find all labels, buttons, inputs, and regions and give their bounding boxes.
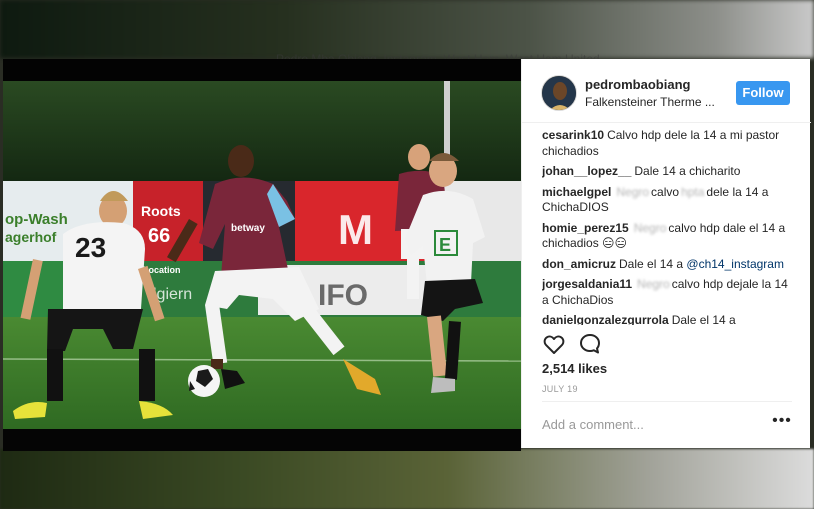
comment-item: homie_perez15 Negro calvo hdp dale el 14 a…: [542, 221, 794, 252]
avatar[interactable]: [541, 75, 577, 111]
comment-username[interactable]: johan__lopez__: [542, 164, 631, 178]
comment-username[interactable]: jorgesaldania11: [542, 277, 632, 291]
football: [188, 365, 220, 397]
comment-item: danielgonzalezgurrola Dale el 14 a: [542, 313, 794, 325]
comment-item: don_amicruz Dale el 14 a @ch14_instagram: [542, 257, 794, 273]
svg-text:M: M: [338, 206, 373, 253]
post-date: JULY 19: [542, 384, 578, 394]
comment-username[interactable]: michaelgpel: [542, 185, 611, 199]
comment-icon[interactable]: [578, 332, 602, 356]
comment-item: michaelgpel Negro calvo hpta dele la 14 a Ch…: [542, 185, 794, 216]
post-photo[interactable]: op-Wash agerhof Roots 66 M lgiern IFO Lo…: [3, 59, 521, 451]
comment-text: Dale el 14 a: [619, 256, 684, 271]
more-options-button[interactable]: •••: [772, 413, 792, 433]
censored-word: Negro: [633, 220, 667, 235]
svg-text:E: E: [439, 235, 451, 255]
comments-list[interactable]: cesarink10 Calvo hdp dele la 14 a mi past…: [542, 123, 794, 325]
censored-word: hpta: [681, 184, 705, 199]
comment-username[interactable]: don_amicruz: [542, 257, 616, 271]
speech-bubble-icon: [580, 334, 600, 354]
comment-text: Dale el 14 a: [671, 313, 736, 325]
comment-username[interactable]: danielgonzalezgurrola: [542, 313, 669, 325]
blurred-backdrop-top: [0, 0, 814, 58]
post-location[interactable]: Falkensteiner Therme ...: [585, 95, 735, 109]
heart-icon: [543, 335, 565, 354]
censored-word: Negro: [637, 277, 670, 291]
blurred-backdrop-bottom: [0, 449, 814, 509]
post-actions: [542, 332, 792, 358]
kit-sponsor: betway: [231, 223, 265, 234]
divider: [542, 401, 792, 402]
svg-text:lgiern: lgiern: [153, 286, 192, 303]
comment-item: johan__lopez__ Dale 14 a chicharito: [542, 164, 794, 180]
comment-text: Dale 14 a chicharito: [634, 164, 741, 178]
ad-text-left: op-Wash: [5, 211, 68, 228]
censored-word: Negro: [616, 184, 650, 199]
ad-text-ifo: IFO: [318, 279, 368, 312]
comment-username[interactable]: homie_perez15: [542, 221, 629, 235]
ad-text-left-2: agerhof: [5, 229, 57, 245]
comment-item: jorgesaldania11 Negro calvo hdp dejale la …: [542, 277, 794, 308]
comment-item: cesarink10 Calvo hdp dele la 14 a mi past…: [542, 128, 794, 159]
add-comment-input[interactable]: [542, 415, 762, 433]
post-side-panel: pedrombaobiang Falkensteiner Therme ... …: [521, 59, 811, 448]
ad-text-roots: Roots: [141, 203, 181, 219]
likes-count[interactable]: 2,514 likes: [542, 361, 607, 376]
player-number: 23: [75, 232, 106, 263]
comment-username[interactable]: cesarink10: [542, 128, 604, 142]
post-username[interactable]: pedrombaobiang: [585, 77, 690, 92]
football-match-image: op-Wash agerhof Roots 66 M lgiern IFO Lo…: [3, 59, 521, 451]
avatar-image: [542, 76, 576, 110]
follow-button[interactable]: Follow: [736, 81, 790, 105]
post-header: pedrombaobiang Falkensteiner Therme ... …: [522, 59, 811, 123]
comment-mention[interactable]: @ch14_instagram: [686, 257, 784, 271]
like-icon[interactable]: [542, 332, 566, 356]
comment-text: calvo: [651, 184, 680, 199]
ad-text-66: 66: [148, 225, 170, 247]
